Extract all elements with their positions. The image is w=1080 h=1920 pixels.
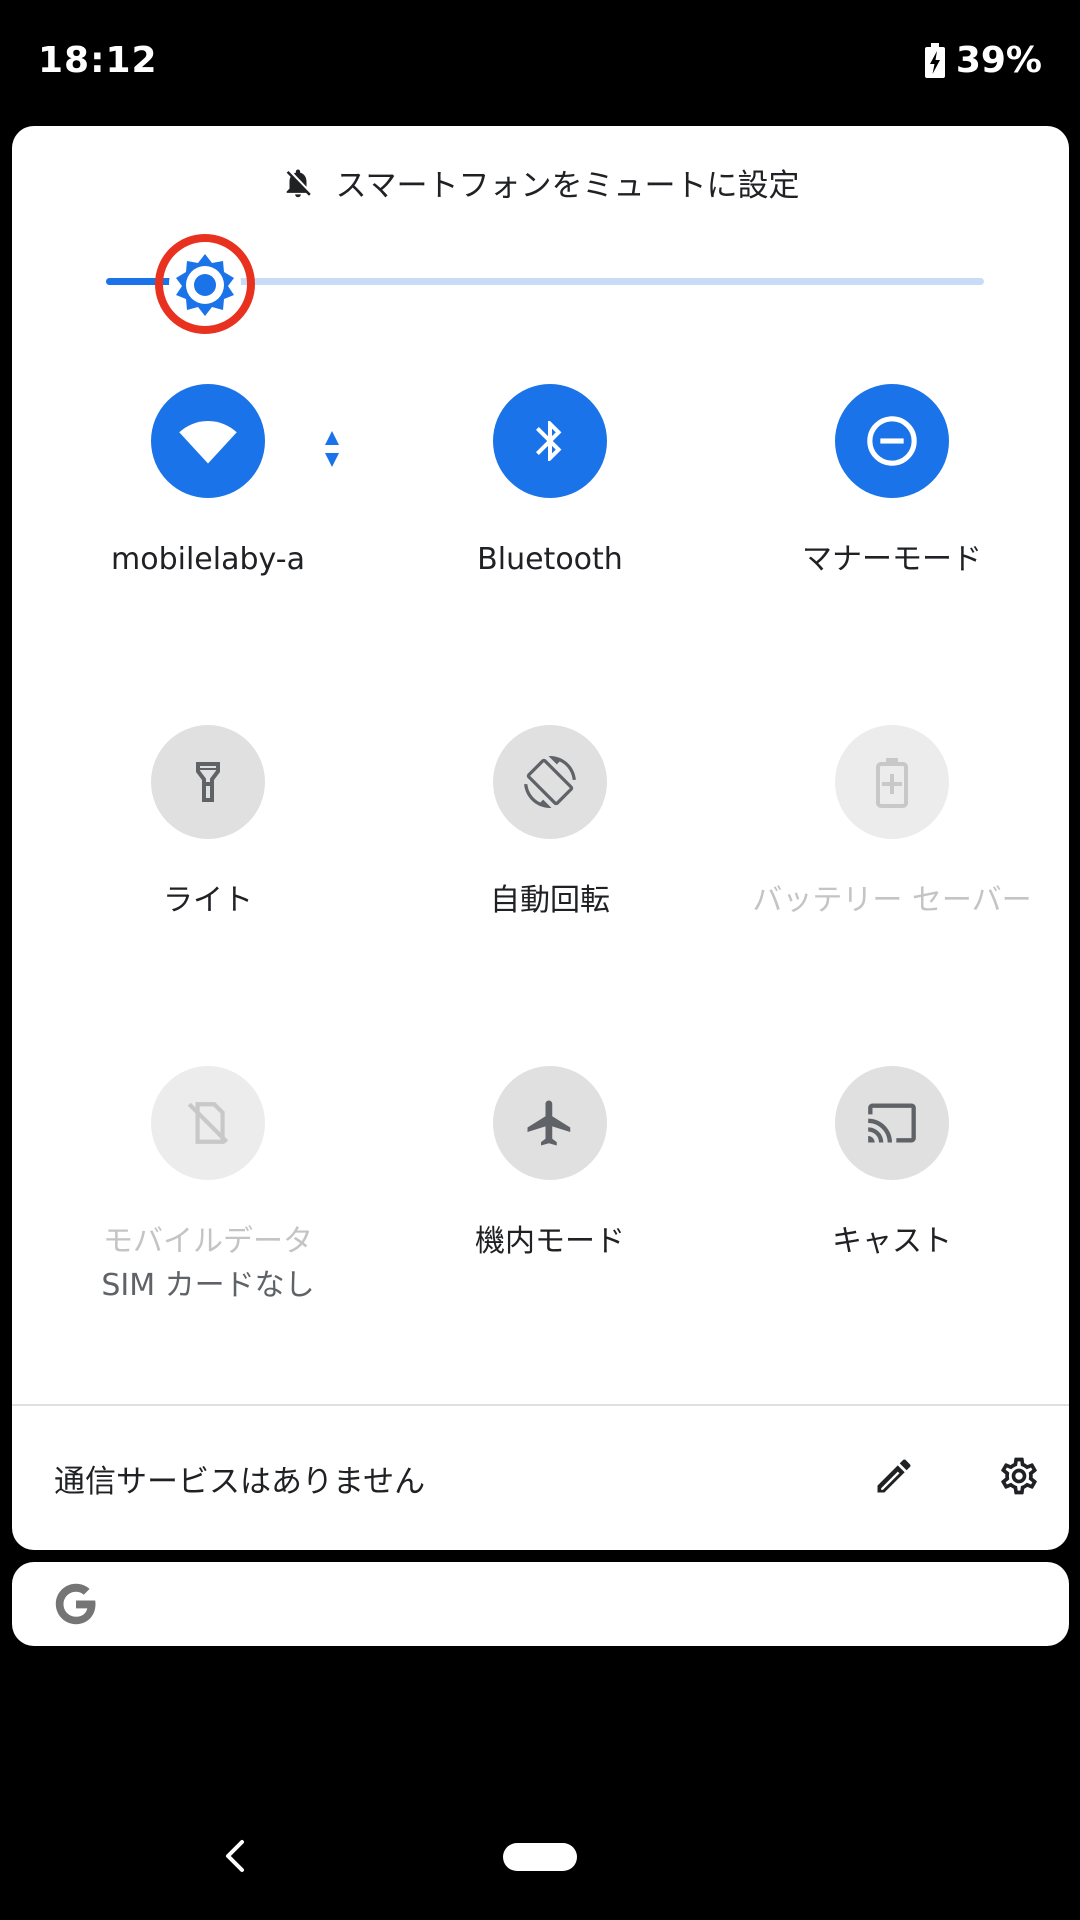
tile-airplane-toggle[interactable] bbox=[493, 1066, 607, 1180]
tile-rotate-label: 自動回転 bbox=[490, 883, 610, 918]
tile-cast-label: キャスト bbox=[832, 1224, 952, 1259]
tile-bluetooth[interactable]: Bluetooth bbox=[400, 384, 700, 684]
pencil-icon bbox=[877, 1459, 911, 1493]
tile-battery-saver[interactable]: バッテリー セーバー bbox=[742, 725, 1042, 1025]
home-pill-icon[interactable] bbox=[503, 1843, 577, 1871]
tile-mobile-label: モバイルデータ bbox=[103, 1224, 313, 1259]
tile-airplane-label: 機内モード bbox=[475, 1224, 625, 1259]
battery-charging-icon bbox=[924, 42, 946, 79]
tile-do-not-disturb[interactable]: マナーモード bbox=[742, 384, 1042, 684]
tile-flashlight[interactable]: ライト bbox=[58, 725, 358, 1025]
tile-dnd-toggle[interactable] bbox=[835, 384, 949, 498]
tile-dnd-label: マナーモード bbox=[802, 542, 982, 577]
tile-wifi[interactable]: mobilelaby-a bbox=[58, 384, 358, 684]
wifi-icon bbox=[179, 421, 237, 464]
data-activity-icon bbox=[325, 431, 339, 467]
cast-icon bbox=[868, 1103, 916, 1143]
bell-off-icon bbox=[281, 166, 315, 200]
highlight-ring bbox=[155, 234, 255, 334]
status-bar: 18:12 39% bbox=[0, 0, 1080, 126]
tile-battery-label: バッテリー セーバー bbox=[752, 883, 1032, 918]
tile-wifi-label: mobilelaby-a bbox=[111, 542, 305, 577]
edit-button[interactable] bbox=[864, 1446, 924, 1506]
brightness-thumb[interactable] bbox=[155, 234, 255, 334]
settings-button[interactable] bbox=[989, 1446, 1049, 1506]
tile-mobile-data[interactable]: モバイルデータ SIM カードなし bbox=[58, 1066, 358, 1366]
gear-icon bbox=[1001, 1457, 1037, 1495]
carrier-text: 通信サービスはありません bbox=[54, 1464, 426, 1500]
tile-mobile-sublabel: SIM カードなし bbox=[101, 1268, 315, 1303]
tile-bluetooth-toggle[interactable] bbox=[493, 384, 607, 498]
tile-mobile-toggle[interactable] bbox=[151, 1066, 265, 1180]
tile-auto-rotate[interactable]: 自動回転 bbox=[400, 725, 700, 1025]
status-time: 18:12 bbox=[38, 40, 158, 81]
google-search-bar[interactable] bbox=[12, 1562, 1069, 1646]
tile-wifi-toggle[interactable] bbox=[151, 384, 265, 498]
tile-cast[interactable]: キャスト bbox=[742, 1066, 1042, 1366]
tile-bluetooth-label: Bluetooth bbox=[477, 542, 623, 577]
bluetooth-icon bbox=[536, 421, 562, 461]
mobile-data-icon bbox=[187, 1102, 229, 1144]
do-not-disturb-icon bbox=[867, 416, 917, 466]
airplane-icon bbox=[527, 1100, 571, 1146]
mute-label: スマートフォンをミュートに設定 bbox=[335, 168, 800, 204]
tile-airplane[interactable]: 機内モード bbox=[400, 1066, 700, 1366]
status-right: 39% bbox=[924, 40, 1042, 81]
tile-cast-toggle[interactable] bbox=[835, 1066, 949, 1180]
panel-footer: 通信サービスはありません bbox=[12, 1406, 1069, 1550]
auto-rotate-icon bbox=[524, 756, 576, 808]
google-icon bbox=[55, 1583, 96, 1625]
quick-settings-panel: スマートフォンをミュートに設定 mobilelaby-a Bluetooth マ… bbox=[12, 126, 1069, 1550]
back-chevron-icon[interactable] bbox=[216, 1836, 256, 1876]
tile-battery-toggle[interactable] bbox=[835, 725, 949, 839]
tile-flashlight-label: ライト bbox=[163, 883, 253, 918]
brightness-slider[interactable] bbox=[106, 234, 986, 334]
mute-button[interactable]: スマートフォンをミュートに設定 bbox=[12, 160, 1069, 205]
battery-saver-icon bbox=[876, 758, 908, 808]
battery-percent: 39% bbox=[955, 40, 1042, 81]
phone-screen: 18:12 39% スマートフォンをミュートに設定 mobilelaby-a B… bbox=[0, 0, 1080, 1920]
tile-flashlight-toggle[interactable] bbox=[151, 725, 265, 839]
flashlight-icon bbox=[196, 762, 220, 802]
tile-rotate-toggle[interactable] bbox=[493, 725, 607, 839]
